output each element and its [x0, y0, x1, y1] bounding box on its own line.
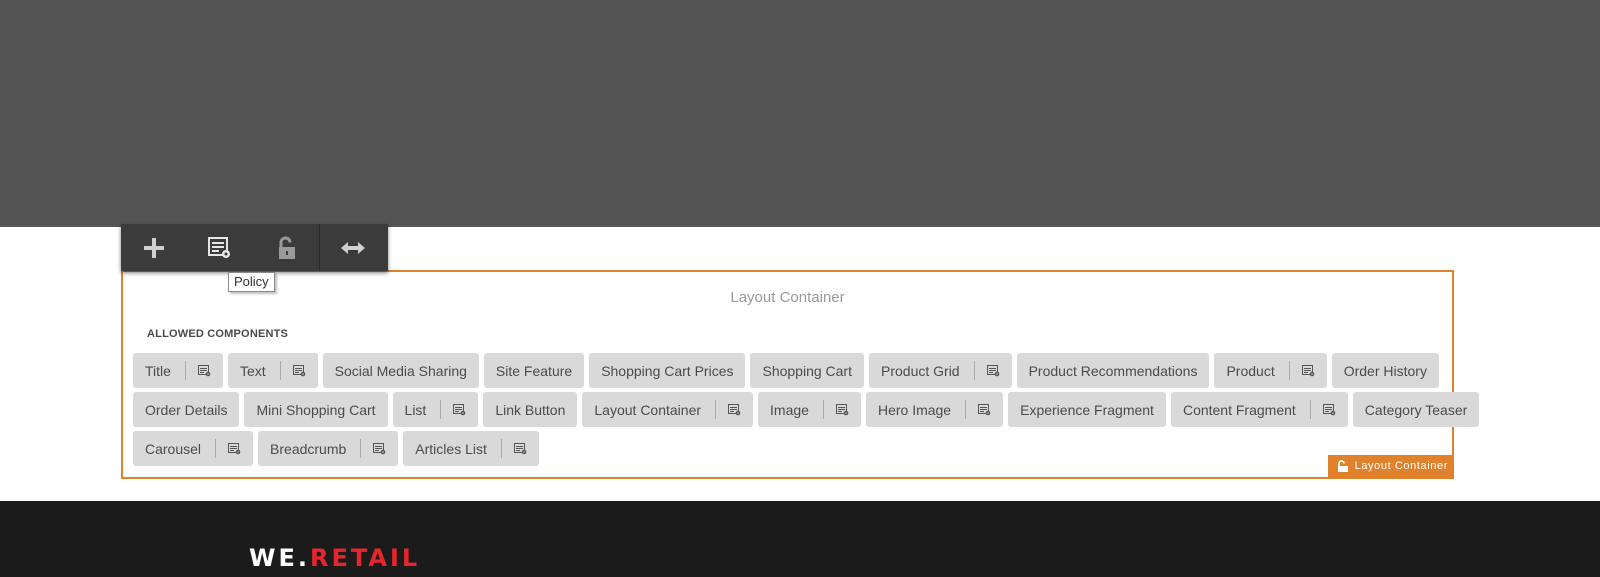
component-chip[interactable]: Site Feature [483, 353, 585, 388]
component-chip[interactable]: Shopping Cart Prices [589, 353, 746, 388]
component-chip-label: Breadcrumb [270, 440, 347, 457]
component-chip-label: Link Button [495, 401, 566, 418]
component-chip-label: Category Teaser [1364, 401, 1468, 418]
component-chip[interactable]: Category Teaser [1352, 392, 1480, 427]
policy-tooltip: Policy [228, 272, 275, 292]
component-chip[interactable]: Order History [1331, 353, 1439, 388]
policy-icon[interactable] [453, 403, 466, 416]
component-chip-label: Carousel [145, 440, 202, 457]
layout-container-tag[interactable]: Layout Container [1328, 455, 1452, 477]
policy-icon[interactable] [986, 364, 1000, 377]
unlock-icon [275, 236, 297, 260]
chip-divider [500, 439, 502, 458]
chip-divider [715, 400, 717, 419]
allowed-components-list: Title Text Social Media Sharing Site Featur… [133, 353, 1480, 470]
component-chip-label: Social Media Sharing [334, 362, 467, 379]
component-chip-label: Articles List [415, 440, 487, 457]
policy-icon[interactable] [292, 364, 306, 377]
policy-icon [208, 236, 232, 259]
policy-icon[interactable] [373, 442, 386, 455]
component-chip-label: List [404, 401, 427, 418]
component-chip-label: Order History [1343, 362, 1427, 379]
chip-divider [440, 400, 442, 419]
component-chip[interactable]: Product Recommendations [1016, 353, 1210, 388]
component-chip[interactable]: Text [227, 353, 318, 388]
chip-divider [360, 439, 362, 458]
page-preview-area [0, 0, 1600, 227]
chip-divider [965, 400, 967, 419]
component-chip[interactable]: Title [133, 353, 223, 388]
policy-icon[interactable] [978, 403, 991, 416]
chip-divider [279, 361, 281, 380]
unlock-icon [1337, 460, 1349, 472]
component-chip[interactable]: Hero Image [865, 392, 1004, 427]
layout-mode-button[interactable] [319, 224, 386, 271]
component-chip-label: Mini Shopping Cart [256, 401, 376, 418]
components-row: Order Details Mini Shopping Cart List Link … [133, 392, 1480, 427]
component-chip[interactable]: Breadcrumb [258, 431, 399, 466]
component-chip[interactable]: Carousel [133, 431, 254, 466]
component-chip[interactable]: Shopping Cart [750, 353, 864, 388]
component-chip[interactable]: Product Grid [869, 353, 1012, 388]
policy-icon[interactable] [728, 403, 741, 416]
component-chip-label: Product [1226, 362, 1275, 379]
components-row: Carousel Breadcrumb Articles List [133, 431, 1453, 466]
layout-container-tag-label: Layout Container [1354, 460, 1448, 472]
policy-icon[interactable] [197, 364, 211, 377]
component-chip-label: Order Details [145, 401, 228, 418]
chip-divider [1309, 400, 1311, 419]
we-retail-logo[interactable]: WE.RETAIL [249, 544, 420, 572]
component-chip[interactable]: Order Details [133, 392, 240, 427]
chip-divider [215, 439, 217, 458]
component-chip[interactable]: Content Fragment [1170, 392, 1348, 427]
component-chip[interactable]: Articles List [403, 431, 539, 466]
policy-icon[interactable] [1301, 364, 1315, 377]
component-chip[interactable]: List [392, 392, 479, 427]
component-chip-label: Hero Image [877, 401, 952, 418]
chip-divider [822, 400, 824, 419]
allowed-components-heading: ALLOWED COMPONENTS [147, 328, 289, 340]
add-icon [143, 237, 165, 259]
component-chip[interactable]: Image [758, 392, 861, 427]
component-toolbar [121, 224, 388, 271]
components-row: Title Text Social Media Sharing Site Featur… [133, 353, 1453, 388]
policy-icon[interactable] [1322, 403, 1336, 416]
layout-container[interactable]: Layout Container ALLOWED COMPONENTS Titl… [121, 270, 1480, 479]
component-chip-label: Product Grid [881, 362, 960, 379]
chip-divider [184, 361, 186, 380]
component-chip-label: Site Feature [495, 362, 573, 379]
policy-icon[interactable] [228, 442, 241, 455]
policy-button[interactable] [187, 224, 253, 271]
component-chip[interactable]: Layout Container [582, 392, 754, 427]
component-chip-label: Text [239, 362, 266, 379]
page-footer [0, 501, 1600, 577]
resize-horizontal-icon [341, 241, 365, 255]
component-chip[interactable]: Mini Shopping Cart [244, 392, 388, 427]
chip-divider [973, 361, 975, 380]
component-chip-label: Layout Container [594, 401, 702, 418]
component-chip[interactable]: Link Button [483, 392, 578, 427]
component-chip-label: Shopping Cart Prices [601, 362, 734, 379]
lock-structure-button[interactable] [253, 224, 319, 271]
component-chip-label: Content Fragment [1182, 401, 1296, 418]
component-chip-label: Title [145, 362, 171, 379]
component-chip-label: Image [770, 401, 809, 418]
component-chip-label: Product Recommendations [1028, 362, 1198, 379]
insert-component-button[interactable] [121, 224, 187, 271]
component-chip[interactable]: Product [1214, 353, 1327, 388]
chip-divider [1288, 361, 1290, 380]
component-chip[interactable]: Social Media Sharing [322, 353, 479, 388]
policy-icon[interactable] [835, 403, 849, 416]
component-chip-label: Experience Fragment [1020, 401, 1154, 418]
component-chip-label: Shopping Cart [762, 362, 852, 379]
component-chip[interactable]: Experience Fragment [1008, 392, 1166, 427]
policy-icon[interactable] [513, 442, 527, 455]
layout-container-placeholder: Layout Container [730, 289, 845, 306]
